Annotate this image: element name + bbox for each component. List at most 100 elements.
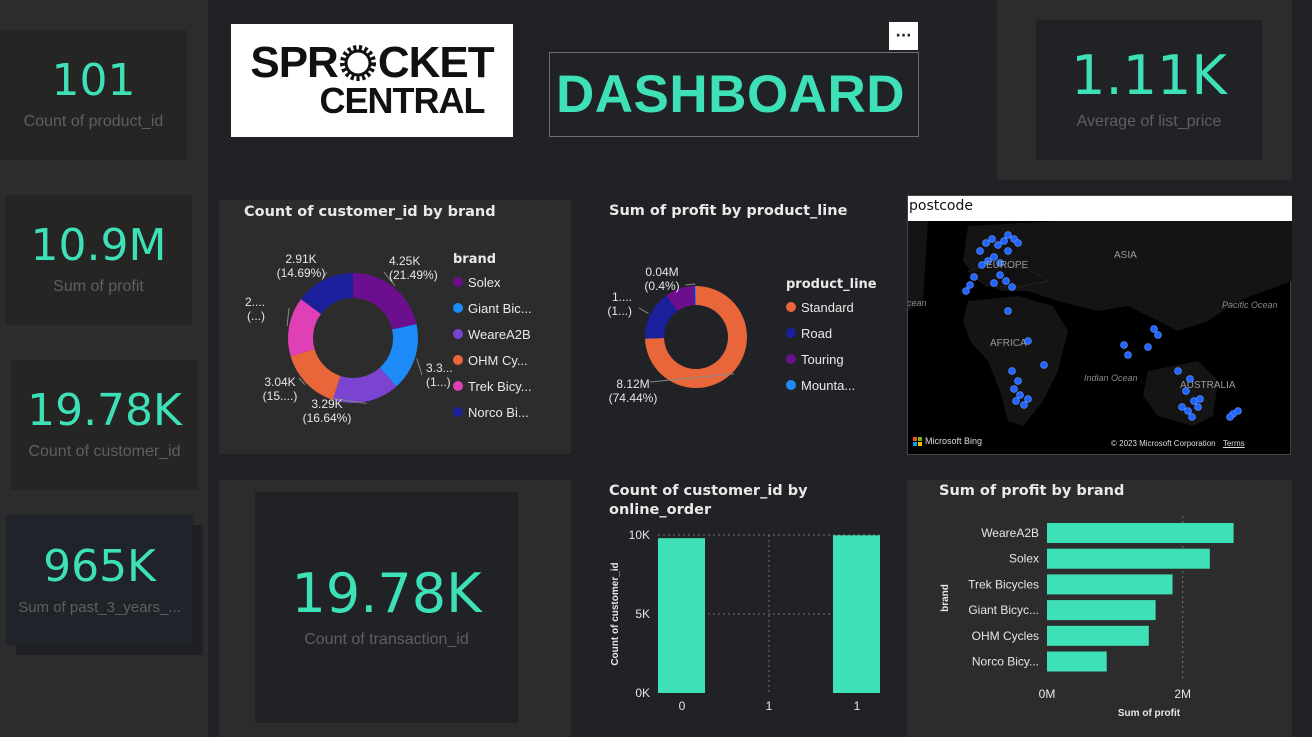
kpi-label: Sum of profit	[53, 278, 144, 295]
postcode-dot[interactable]	[1234, 407, 1242, 415]
postcode-dot[interactable]	[1120, 341, 1128, 349]
postcode-dot[interactable]	[1008, 283, 1016, 291]
postcode-dot[interactable]	[1196, 395, 1204, 403]
kpi-card-past-3-years[interactable]: 965K Sum of past_3_years_...	[6, 515, 193, 645]
data-label: (1...)	[426, 375, 451, 389]
y-tick-label: WeareA2B	[981, 526, 1039, 540]
postcode-dot[interactable]	[1178, 403, 1186, 411]
data-label: (...)	[247, 309, 265, 323]
legend-item[interactable]: Norco Bi...	[453, 399, 532, 425]
postcode-dot[interactable]	[1008, 367, 1016, 375]
postcode-dot[interactable]	[994, 241, 1002, 249]
customers-by-online-order-chart[interactable]: Count of customer_id by online_order 0K 5…	[595, 480, 895, 737]
profit-bar[interactable]	[1047, 574, 1173, 595]
leader-line	[416, 358, 423, 376]
customers-by-brand-chart[interactable]: Count of customer_id by brand 4.25K (21.4…	[219, 200, 571, 454]
logo-text: CENTRAL	[319, 79, 486, 121]
postcode-dot[interactable]	[1188, 413, 1196, 421]
postcode-dot[interactable]	[1016, 391, 1024, 399]
kpi-value: 101	[51, 55, 136, 106]
postcode-dot[interactable]	[1194, 403, 1202, 411]
postcode-dot[interactable]	[1014, 239, 1022, 247]
legend-dot	[453, 355, 463, 365]
legend-item[interactable]: Touring	[786, 346, 877, 372]
postcode-dot[interactable]	[978, 261, 986, 269]
donut-slice-3[interactable]	[290, 349, 341, 400]
column-bar[interactable]	[658, 538, 705, 693]
postcode-dot[interactable]	[976, 247, 984, 255]
kpi-value: 965K	[43, 540, 156, 592]
bing-text: Microsoft Bing	[925, 436, 983, 446]
data-label: (0.4%)	[644, 279, 679, 293]
postcode-dot[interactable]	[1020, 401, 1028, 409]
postcode-dot[interactable]	[1004, 247, 1012, 255]
data-label: 2....	[245, 295, 265, 309]
legend-item[interactable]: Mounta...	[786, 372, 877, 398]
postcode-dot[interactable]	[982, 239, 990, 247]
postcode-dot[interactable]	[1004, 231, 1012, 239]
column-bar[interactable]	[833, 535, 880, 693]
profit-bar[interactable]	[1047, 523, 1234, 543]
kpi-card-list-price-avg[interactable]: 1.11K Average of list_price	[1036, 20, 1262, 160]
profit-bar-svg: WeareA2B Solex Trek Bicycles Giant Bicyc...…	[940, 516, 1234, 719]
legend-item[interactable]: WeareA2B	[453, 321, 532, 347]
sprocket-icon	[339, 44, 376, 81]
leader-line	[684, 283, 696, 286]
postcode-dot[interactable]	[1226, 413, 1234, 421]
postcode-dot[interactable]	[1010, 385, 1018, 393]
postcode-dot[interactable]	[1040, 361, 1048, 369]
legend-item[interactable]: Standard	[786, 294, 877, 320]
kpi-card-profit-sum[interactable]: 10.9M Sum of profit	[5, 195, 192, 325]
postcode-dot[interactable]	[966, 281, 974, 289]
postcode-dot[interactable]	[1014, 377, 1022, 385]
postcode-dot[interactable]	[1174, 367, 1182, 375]
data-label: 0.04M	[645, 265, 678, 279]
postcode-dot[interactable]	[1124, 351, 1132, 359]
legend-dot	[786, 328, 796, 338]
x-tick-label: 1	[766, 699, 773, 713]
data-label: 3.04K	[264, 375, 295, 389]
legend-label: Touring	[801, 351, 844, 367]
profit-bar[interactable]	[1047, 625, 1149, 646]
kpi-card-customer-count[interactable]: 19.78K Count of customer_id	[11, 360, 198, 490]
profit-bar[interactable]	[1047, 600, 1156, 621]
kpi-value: 1.11K	[1071, 44, 1227, 107]
profit-bar[interactable]	[1047, 651, 1107, 672]
more-options-button[interactable]: ···	[889, 22, 918, 50]
postcode-dot[interactable]	[1150, 325, 1158, 333]
legend-item[interactable]: Giant Bic...	[453, 295, 532, 321]
legend-item[interactable]: Road	[786, 320, 877, 346]
postcode-dot[interactable]	[990, 279, 998, 287]
profit-by-brand-chart[interactable]: Sum of profit by brand WeareA2B Solex Trek…	[907, 480, 1292, 737]
y-tick-label: 10K	[629, 528, 650, 542]
map-copyright: © 2023 Microsoft Corporation Terms	[1111, 439, 1245, 448]
legend-dot	[786, 380, 796, 390]
legend-item[interactable]: OHM Cy...	[453, 347, 532, 373]
postcode-dot[interactable]	[996, 271, 1004, 279]
profit-by-product-line-chart[interactable]: Sum of profit by product_line 8.12M (74.4…	[595, 200, 895, 454]
postcode-dot[interactable]	[1024, 395, 1032, 403]
postcode-dot[interactable]	[970, 273, 978, 281]
legend-item[interactable]: Solex	[453, 269, 532, 295]
postcode-dot[interactable]	[1004, 307, 1012, 315]
postcode-dot[interactable]	[962, 287, 970, 295]
postcode-dot[interactable]	[1184, 407, 1192, 415]
kpi-label: Count of product_id	[23, 113, 164, 130]
postcode-dot[interactable]	[1012, 397, 1020, 405]
profit-bar[interactable]	[1047, 548, 1210, 569]
kpi-card-transaction-count[interactable]: 19.78K Count of transaction_id	[255, 492, 518, 723]
postcode-dot[interactable]	[1154, 331, 1162, 339]
kpi-card-product-count[interactable]: 101 Count of product_id	[0, 30, 187, 160]
postcode-dot[interactable]	[1144, 343, 1152, 351]
bing-logo: Microsoft Bing	[913, 436, 982, 446]
postcode-dot[interactable]	[1000, 237, 1008, 245]
postcode-map[interactable]: postcode EUROPE ASIA AFRICA AUSTRALIA Pa…	[907, 195, 1292, 455]
data-label: (74.44%)	[609, 391, 658, 405]
legend-item[interactable]: Trek Bicy...	[453, 373, 532, 399]
postcode-dot[interactable]	[988, 235, 996, 243]
y-axis-label: brand	[940, 584, 951, 612]
map-label-atlantic: Atlantic Ocean	[908, 298, 927, 308]
map-title: postcode	[908, 196, 1292, 221]
postcode-dot[interactable]	[1002, 277, 1010, 285]
terms-link[interactable]: Terms	[1223, 439, 1245, 448]
